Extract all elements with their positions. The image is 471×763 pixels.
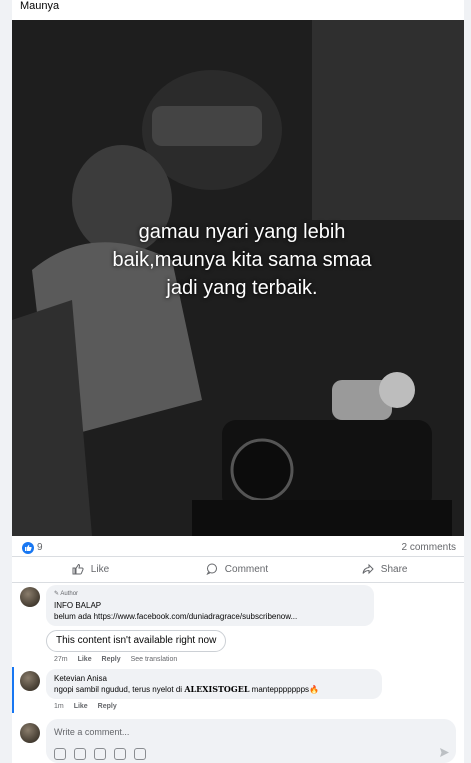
- comment-text: ngopi sambil ngudud, terus nyelot di ALE…: [54, 684, 374, 695]
- thread-highlight: [12, 667, 14, 713]
- overlay-line: baik,maunya kita sama smaa: [112, 249, 372, 271]
- author-badge: ✎ Author: [54, 591, 79, 597]
- comment-text-end: manteppppppps🔥: [249, 685, 320, 694]
- comments-section: ✎ Author INFO BALAP belum ada https://ww…: [12, 582, 464, 763]
- sticker-icon[interactable]: [134, 748, 146, 760]
- post-card: Maunya gamau nyari yang lebih baik,mauny…: [12, 0, 464, 763]
- thumbs-up-icon: [72, 563, 84, 575]
- reactions-summary: 9 2 comments: [12, 538, 464, 558]
- comment-reply-link[interactable]: Reply: [98, 703, 117, 710]
- my-avatar[interactable]: [20, 723, 40, 743]
- gif-icon[interactable]: [114, 748, 126, 760]
- avatar[interactable]: [20, 587, 40, 607]
- comment-label: Comment: [224, 564, 269, 575]
- author-tag-label: Author: [60, 591, 79, 597]
- share-label: Share: [380, 564, 408, 575]
- avatar[interactable]: [20, 671, 40, 691]
- comment-meta: 1m Like Reply: [54, 703, 125, 710]
- emoji-icon[interactable]: [74, 748, 86, 760]
- post-action-bar: Like Comment Share: [12, 556, 464, 581]
- comment-time[interactable]: 1m: [54, 703, 64, 710]
- comment-text-start: ngopi sambil ngudud, terus nyelot di: [54, 685, 185, 694]
- comment-button[interactable]: Comment: [206, 563, 269, 576]
- overlay-line: gamau nyari yang lebih: [138, 221, 346, 243]
- share-button[interactable]: Share: [362, 563, 407, 575]
- like-label: Like: [90, 564, 110, 575]
- commenter-name[interactable]: Ketevian Anisa: [54, 673, 374, 684]
- photo-overlay-text: gamau nyari yang lebih baik,maunya kita …: [72, 218, 412, 302]
- comment-count[interactable]: 2 comments: [402, 542, 456, 553]
- unavailable-attachment-notice: This content isn't available right now: [46, 630, 227, 652]
- comment-composer[interactable]: Write a comment...: [46, 719, 456, 763]
- comment-text: belum ada https://www.facebook.com/dunia…: [54, 611, 366, 622]
- like-reaction-icon[interactable]: [22, 542, 34, 554]
- comment-bubble: ✎ Author INFO BALAP belum ada https://ww…: [46, 585, 374, 626]
- comment-input[interactable]: Write a comment...: [54, 727, 129, 737]
- comment-bubble: Ketevian Anisa ngopi sambil ngudud, teru…: [46, 669, 382, 699]
- comment-meta: 27m Like Reply See translation: [54, 656, 185, 663]
- post-caption: Maunya: [20, 0, 60, 12]
- camera-icon[interactable]: [94, 748, 106, 760]
- like-button[interactable]: Like: [72, 563, 109, 575]
- send-icon[interactable]: [439, 747, 450, 758]
- avatar-sticker-icon[interactable]: [54, 748, 66, 760]
- comment-reply-link[interactable]: Reply: [102, 656, 121, 663]
- reaction-count[interactable]: 9: [37, 542, 43, 553]
- comment-like-link[interactable]: Like: [74, 703, 88, 710]
- share-arrow-icon: [362, 563, 374, 575]
- comment-time[interactable]: 27m: [54, 656, 68, 663]
- overlay-line: jadi yang terbaik.: [166, 277, 318, 299]
- composer-tools: [54, 747, 154, 763]
- commenter-name[interactable]: INFO BALAP: [54, 600, 366, 611]
- comment-text-body[interactable]: belum ada https://www.facebook.com/dunia…: [54, 612, 297, 621]
- comment-bubble-icon: [206, 563, 217, 576]
- see-translation-link[interactable]: See translation: [131, 656, 178, 663]
- post-photo[interactable]: gamau nyari yang lebih baik,maunya kita …: [12, 20, 464, 536]
- comment-like-link[interactable]: Like: [78, 656, 92, 663]
- comment-text-bold: ALEXISTOGEL: [184, 684, 250, 694]
